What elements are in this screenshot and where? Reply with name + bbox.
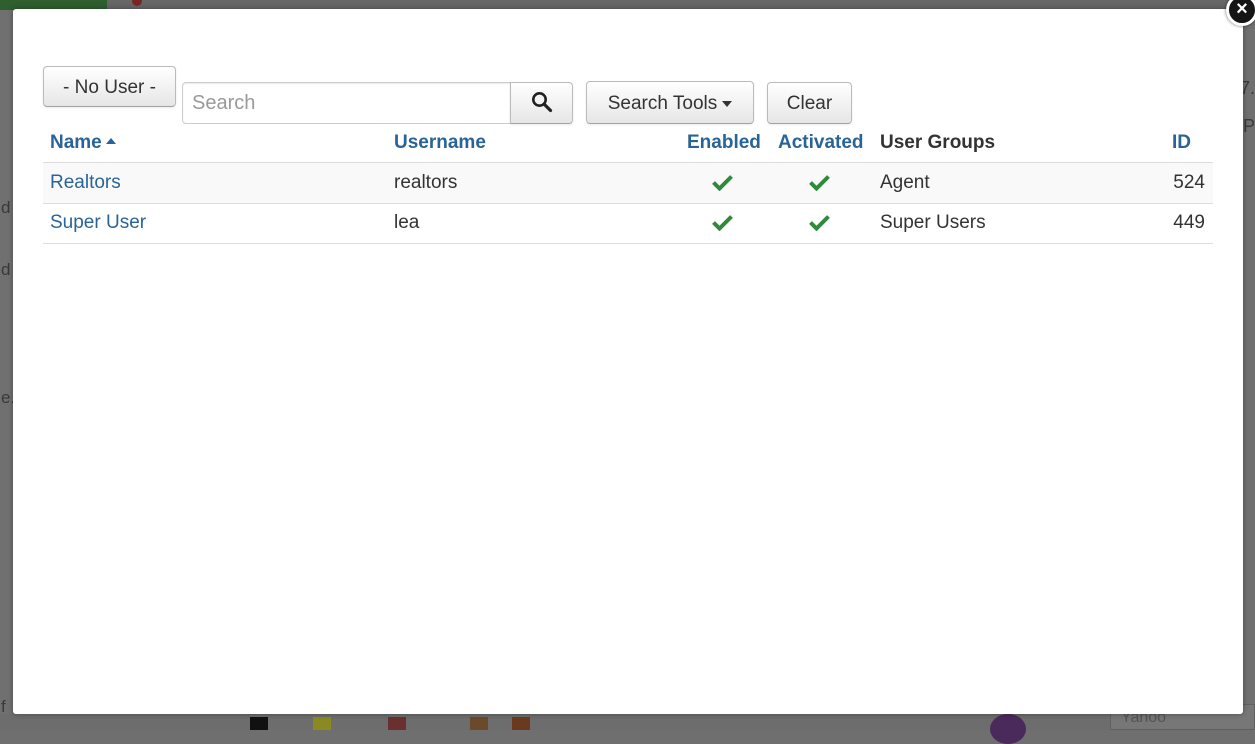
user-groups-cell: Super Users — [880, 212, 986, 233]
enabled-check-icon[interactable] — [712, 214, 733, 231]
user-id-cell: 524 — [1173, 172, 1205, 193]
column-header-name[interactable]: Name — [50, 126, 116, 162]
enabled-check-icon[interactable] — [712, 174, 733, 191]
user-name-link[interactable]: Super User — [50, 203, 146, 242]
column-header-username[interactable]: Username — [394, 126, 486, 162]
column-header-name-label: Name — [50, 132, 102, 153]
column-header-user-groups: User Groups — [880, 132, 996, 153]
column-header-enabled[interactable]: Enabled — [687, 126, 761, 162]
column-header-activated[interactable]: Activated — [778, 126, 864, 162]
user-groups-cell: Agent — [880, 172, 930, 193]
activated-check-icon[interactable] — [809, 214, 830, 231]
search-input[interactable] — [182, 82, 511, 124]
table-row: Super User lea Super Users 449 — [43, 203, 1213, 244]
background-yahoo-icon — [990, 714, 1026, 744]
column-header-id[interactable]: ID — [1172, 126, 1191, 162]
search-icon — [531, 92, 552, 113]
sort-ascending-icon — [105, 138, 116, 145]
user-select-modal: - No User - Search Tools Clear Name User… — [13, 9, 1243, 714]
clear-button[interactable]: Clear — [767, 82, 852, 124]
background-fragment: d — [1, 260, 11, 279]
user-id-cell: 449 — [1173, 212, 1205, 233]
table-row: Realtors realtors Agent 524 — [43, 163, 1213, 204]
background-editor-toolbar — [0, 714, 1255, 730]
caret-down-icon — [722, 100, 733, 107]
search-button[interactable] — [510, 82, 573, 124]
no-user-button[interactable]: - No User - — [43, 66, 176, 107]
search-tools-button[interactable]: Search Tools — [586, 81, 754, 124]
search-tools-label: Search Tools — [607, 93, 718, 114]
background-fragment: d — [1, 198, 11, 217]
close-icon: × — [1236, 0, 1248, 20]
user-name-link[interactable]: Realtors — [50, 163, 121, 202]
username-cell: lea — [394, 212, 420, 233]
username-cell: realtors — [394, 172, 458, 193]
background-fragment: P — [1242, 116, 1255, 136]
activated-check-icon[interactable] — [809, 174, 830, 191]
